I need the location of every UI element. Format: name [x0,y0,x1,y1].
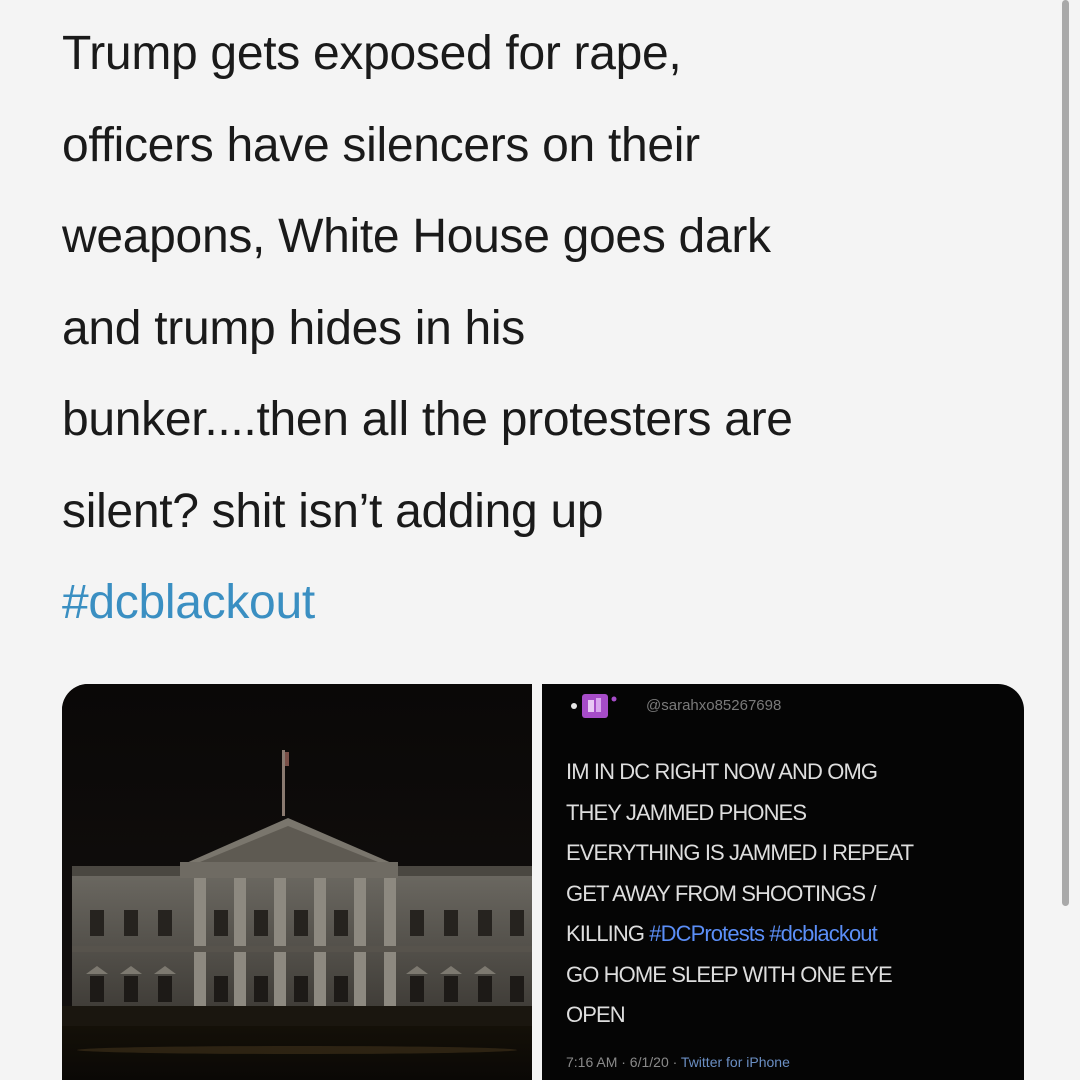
tweet-text-line: silent? shit isn’t adding up [62,484,604,538]
white-house-night-photo[interactable] [62,684,532,1080]
embedded-tweet-source[interactable]: Twitter for iPhone [681,1054,790,1070]
tweet-text-line: officers have silencers on their [62,118,700,172]
embedded-tweet-hashtags[interactable]: #DCProtests #dcblackout [649,921,877,946]
embedded-tweet-timestamp: 7:16 AM · 6/1/20 · [566,1054,681,1070]
embedded-tweet-handle: @sarahxo85267698 [646,696,782,714]
white-house-illustration [62,684,532,1080]
embedded-tweet-line: EVERYTHING IS JAMMED I REPEAT [566,833,1016,874]
embedded-tweet-line-text: KILLING [566,921,650,946]
embedded-tweet-line-text: GO HOME SLEEP WITH ONE EYE [566,961,893,987]
embedded-tweet-screenshot[interactable]: @sarahxo85267698 IM IN DC RIGHT NOW AND … [542,684,1024,1080]
embedded-tweet-line-text: IM IN DC RIGHT NOW AND OMG [566,759,878,784]
tweet-text-line: and trump hides in his [62,301,525,355]
embedded-tweet-line-text: THEY JAMMED PHONES [566,799,807,825]
embedded-tweet-header: @sarahxo85267698 [568,688,781,722]
embedded-tweet-line: KILLING #DCProtests #dcblackout [566,914,1016,955]
embedded-tweet-line: GO HOME SLEEP WITH ONE EYE [566,955,1016,996]
embedded-tweet-line: IM IN DC RIGHT NOW AND OMG [566,752,1016,793]
embedded-tweet-line: OPEN [566,995,1016,1036]
hashtag-link[interactable]: #dcblackout [62,557,1022,649]
scrollbar[interactable] [1062,0,1069,906]
embedded-tweet-line: GET AWAY FROM SHOOTINGS / [566,874,1016,915]
embedded-tweet-line: THEY JAMMED PHONES [566,793,1016,834]
media-grid: @sarahxo85267698 IM IN DC RIGHT NOW AND … [62,684,1024,1080]
tweet-text-line: Trump gets exposed for rape, [62,27,682,80]
purple-avatar-icon [571,694,617,718]
embedded-tweet-line-text: GET AWAY FROM SHOOTINGS / [566,880,876,906]
embedded-tweet-line-text: OPEN [566,1002,626,1027]
embedded-tweet-text: IM IN DC RIGHT NOW AND OMG THEY JAMMED P… [566,752,1016,1036]
embedded-tweet-line-text: EVERYTHING IS JAMMED I REPEAT [566,840,914,865]
tweet-text-line: weapons, White House goes dark [62,210,771,263]
embedded-tweet-meta: 7:16 AM · 6/1/20 · Twitter for iPhone [566,1054,790,1070]
tweet-text-line: bunker....then all the protesters are [62,393,793,446]
tweet-text: Trump gets exposed for rape, officers ha… [62,8,1022,649]
